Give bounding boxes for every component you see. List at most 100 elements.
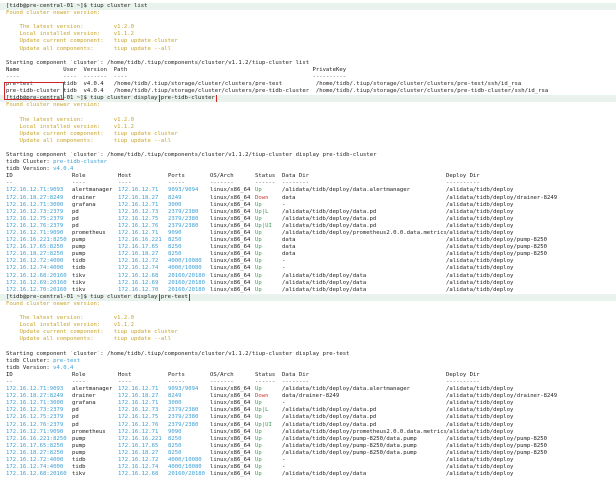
cluster-list-header: Name User Version Path PrivateKey bbox=[6, 66, 347, 73]
table-separator: -- ---- ---- ----- ------- ------ -------- ----… bbox=[0, 379, 616, 386]
table-header: ID Role Host Ports OS/Arch Status Data Dir Depl… bbox=[0, 173, 616, 180]
table-row: 172.16.18.27:8249 drainer 172.16.18.27 8249… bbox=[0, 393, 616, 400]
cell-deploy: /alidata/tidb/deploy/pump-8250 bbox=[446, 244, 548, 251]
cell-status: Up bbox=[255, 464, 262, 471]
cell-role: tikv bbox=[72, 279, 86, 286]
cell-deploy: /alidata/tidb/deploy/pump-8250 bbox=[446, 449, 548, 456]
separator-dir: -------- bbox=[282, 378, 309, 385]
cell-role: tikv bbox=[72, 286, 86, 293]
cell-ports: 20160/20180 bbox=[168, 272, 206, 279]
cell-role: pump bbox=[72, 237, 86, 244]
cell-host: 172.16.12.72 bbox=[118, 258, 159, 265]
cell-ports: 20160/20180 bbox=[168, 286, 206, 293]
cluster-list-row: pre-test tidb v4.0.4 /home/tidb/.tiup/st… bbox=[6, 81, 522, 88]
table-row: 172.16.16.221:8250 pump 172.16.16.221 8250 l… bbox=[0, 237, 616, 244]
table-row: 172.16.12.69:20160 tikv 172.16.12.69 20160/… bbox=[0, 280, 616, 287]
cell-dir: /alidata/tidb/deploy/data.pd bbox=[282, 222, 377, 229]
cell-role: pd bbox=[72, 215, 79, 222]
separator-dir: -------- bbox=[282, 180, 309, 187]
cell-os: linux/x86_64 bbox=[210, 279, 251, 286]
table-row: 172.16.12.71:9093 alertmanager 172.16.12.7… bbox=[0, 187, 616, 194]
version-line: The latest version: v1.2.0 bbox=[6, 116, 134, 123]
cell-deploy: /alidata/tidb/deploy/pump-8250 bbox=[446, 251, 548, 258]
prompt-text: [tidb@pre-central-01 ~]$ tiup cluster di… bbox=[6, 293, 161, 300]
cell-dir: data bbox=[282, 237, 296, 244]
cell-role: pd bbox=[72, 407, 79, 414]
cell-status: Up|UI bbox=[255, 421, 272, 428]
cell-role: alertmanager bbox=[72, 386, 113, 393]
cell-host: 172.16.12.73 bbox=[118, 407, 159, 414]
cell-os: linux/x86_64 bbox=[210, 471, 251, 478]
separator-deploy: ---------- bbox=[446, 180, 480, 187]
cell-host: 172.16.16.221 bbox=[118, 237, 162, 244]
cell-id: 172.16.18.27:8249 bbox=[6, 194, 64, 201]
cell-id: 172.16.12.69:20160 bbox=[6, 279, 67, 286]
cell-deploy: /alidata/tidb/deploy bbox=[446, 222, 514, 229]
column-header-role: Role bbox=[72, 173, 86, 180]
cell-dir: - bbox=[282, 265, 286, 272]
table-row: 172.16.12.75:2379 pd 172.16.12.75 2379/2380… bbox=[0, 216, 616, 223]
cell-ports: 4000/10080 bbox=[168, 464, 202, 471]
cell-deploy: /alidata/tidb/deploy bbox=[446, 421, 514, 428]
version-line: Update all components: tiup update --all bbox=[6, 45, 172, 52]
cell-dir: /alidata/tidb/deploy/data bbox=[282, 471, 367, 478]
cell-deploy: /alidata/tidb/deploy bbox=[446, 272, 514, 279]
cell-status: Up bbox=[255, 435, 262, 442]
starting-component-line: Starting component `cluster`: /home/tidb… bbox=[6, 59, 310, 66]
cell-ports: 2379/2380 bbox=[168, 215, 199, 222]
terminal-window[interactable]: [tidb@pre-central-01 ~]$ tiup cluster li… bbox=[0, 0, 616, 500]
cell-ports: 4000/10080 bbox=[168, 265, 202, 272]
cell-ports: 8250 bbox=[168, 442, 182, 449]
cell-host: 172.16.12.72 bbox=[118, 457, 159, 463]
table-row: 172.16.18.27:8249 drainer 172.16.18.27 8249… bbox=[0, 195, 616, 202]
cell-host: 172.16.18.27 bbox=[118, 449, 159, 456]
cell-status: Down bbox=[255, 194, 269, 201]
cell-os: linux/x86_64 bbox=[210, 464, 251, 471]
cell-deploy: /alidata/tidb/deploy bbox=[446, 258, 514, 265]
cell-dir: /alidata/tidb/deploy/data bbox=[282, 272, 367, 279]
cell-dir: /alidata/tidb/deploy/data.pd bbox=[282, 215, 377, 222]
cell-dir: /alidata/tidb/deploy/pump-8250/data.pump bbox=[282, 449, 417, 456]
cell-os: linux/x86_64 bbox=[210, 265, 251, 272]
cluster-label: tidb Cluster: bbox=[6, 159, 54, 166]
cell-host: 172.16.12.71 bbox=[118, 400, 159, 407]
cell-id: 172.16.12.74:4000 bbox=[6, 464, 64, 471]
column-header-host: Host bbox=[118, 371, 132, 378]
column-header-ports: Ports bbox=[168, 371, 185, 378]
cell-ports: 2379/2380 bbox=[168, 222, 199, 229]
command-prompt-display[interactable]: [tidb@pre-central-01 ~]$ tiup cluster di… bbox=[0, 293, 616, 301]
cell-os: linux/x86_64 bbox=[210, 215, 251, 222]
cell-status: Up bbox=[255, 265, 262, 272]
version-line: Update current component: tiup update cl… bbox=[6, 130, 178, 137]
table-separator: -- ---- ---- ----- ------- ------ -------- ----… bbox=[0, 180, 616, 187]
table-row: 172.16.12.71:3000 grafana 172.16.12.71 3000… bbox=[0, 400, 616, 407]
cell-ports: 8250 bbox=[168, 449, 182, 456]
cell-ports: 2379/2380 bbox=[168, 407, 199, 414]
cell-dir: /alidata/tidb/deploy/data.alertmanager bbox=[282, 386, 410, 393]
cell-os: linux/x86_64 bbox=[210, 237, 251, 244]
cell-host: 172.16.12.73 bbox=[118, 208, 159, 215]
cell-deploy: /alidata/tidb/deploy bbox=[446, 464, 514, 471]
table-row: 172.16.12.72:4000 tidb 172.16.12.72 4000/10… bbox=[0, 457, 616, 464]
cell-role: pump bbox=[72, 442, 86, 449]
command-prompt-list[interactable]: [tidb@pre-central-01 ~]$ tiup cluster li… bbox=[0, 3, 616, 11]
cell-os: linux/x86_64 bbox=[210, 286, 251, 293]
version-line: Update all components: tiup update --all bbox=[6, 137, 172, 144]
cell-deploy: /alidata/tidb/deploy bbox=[446, 265, 514, 272]
cell-id: 172.16.12.70:20160 bbox=[6, 286, 67, 293]
command-prompt-display[interactable]: [tidb@pre-central-01 ~]$ tiup cluster di… bbox=[0, 95, 616, 103]
separator-ports: ----- bbox=[168, 180, 185, 187]
cell-host: 172.16.18.27 bbox=[118, 251, 159, 258]
cell-host: 172.16.12.76 bbox=[118, 421, 159, 428]
column-header-host: Host bbox=[118, 173, 132, 180]
cell-id: 172.16.12.72:4000 bbox=[6, 457, 64, 463]
cell-role: tidb bbox=[72, 457, 86, 463]
column-header-id: ID bbox=[6, 173, 13, 180]
table-row: 172.16.12.75:2379 pd 172.16.12.75 2379/2380… bbox=[0, 414, 616, 421]
separator-host: ---- bbox=[118, 378, 132, 385]
cell-status: Up bbox=[255, 244, 262, 251]
cell-role: tidb bbox=[72, 258, 86, 265]
highlighted-cluster-name: pre-tidb-cluster bbox=[158, 95, 217, 103]
cell-dir: data/drainer-8249 bbox=[282, 393, 340, 400]
cell-status: Up bbox=[255, 201, 262, 208]
